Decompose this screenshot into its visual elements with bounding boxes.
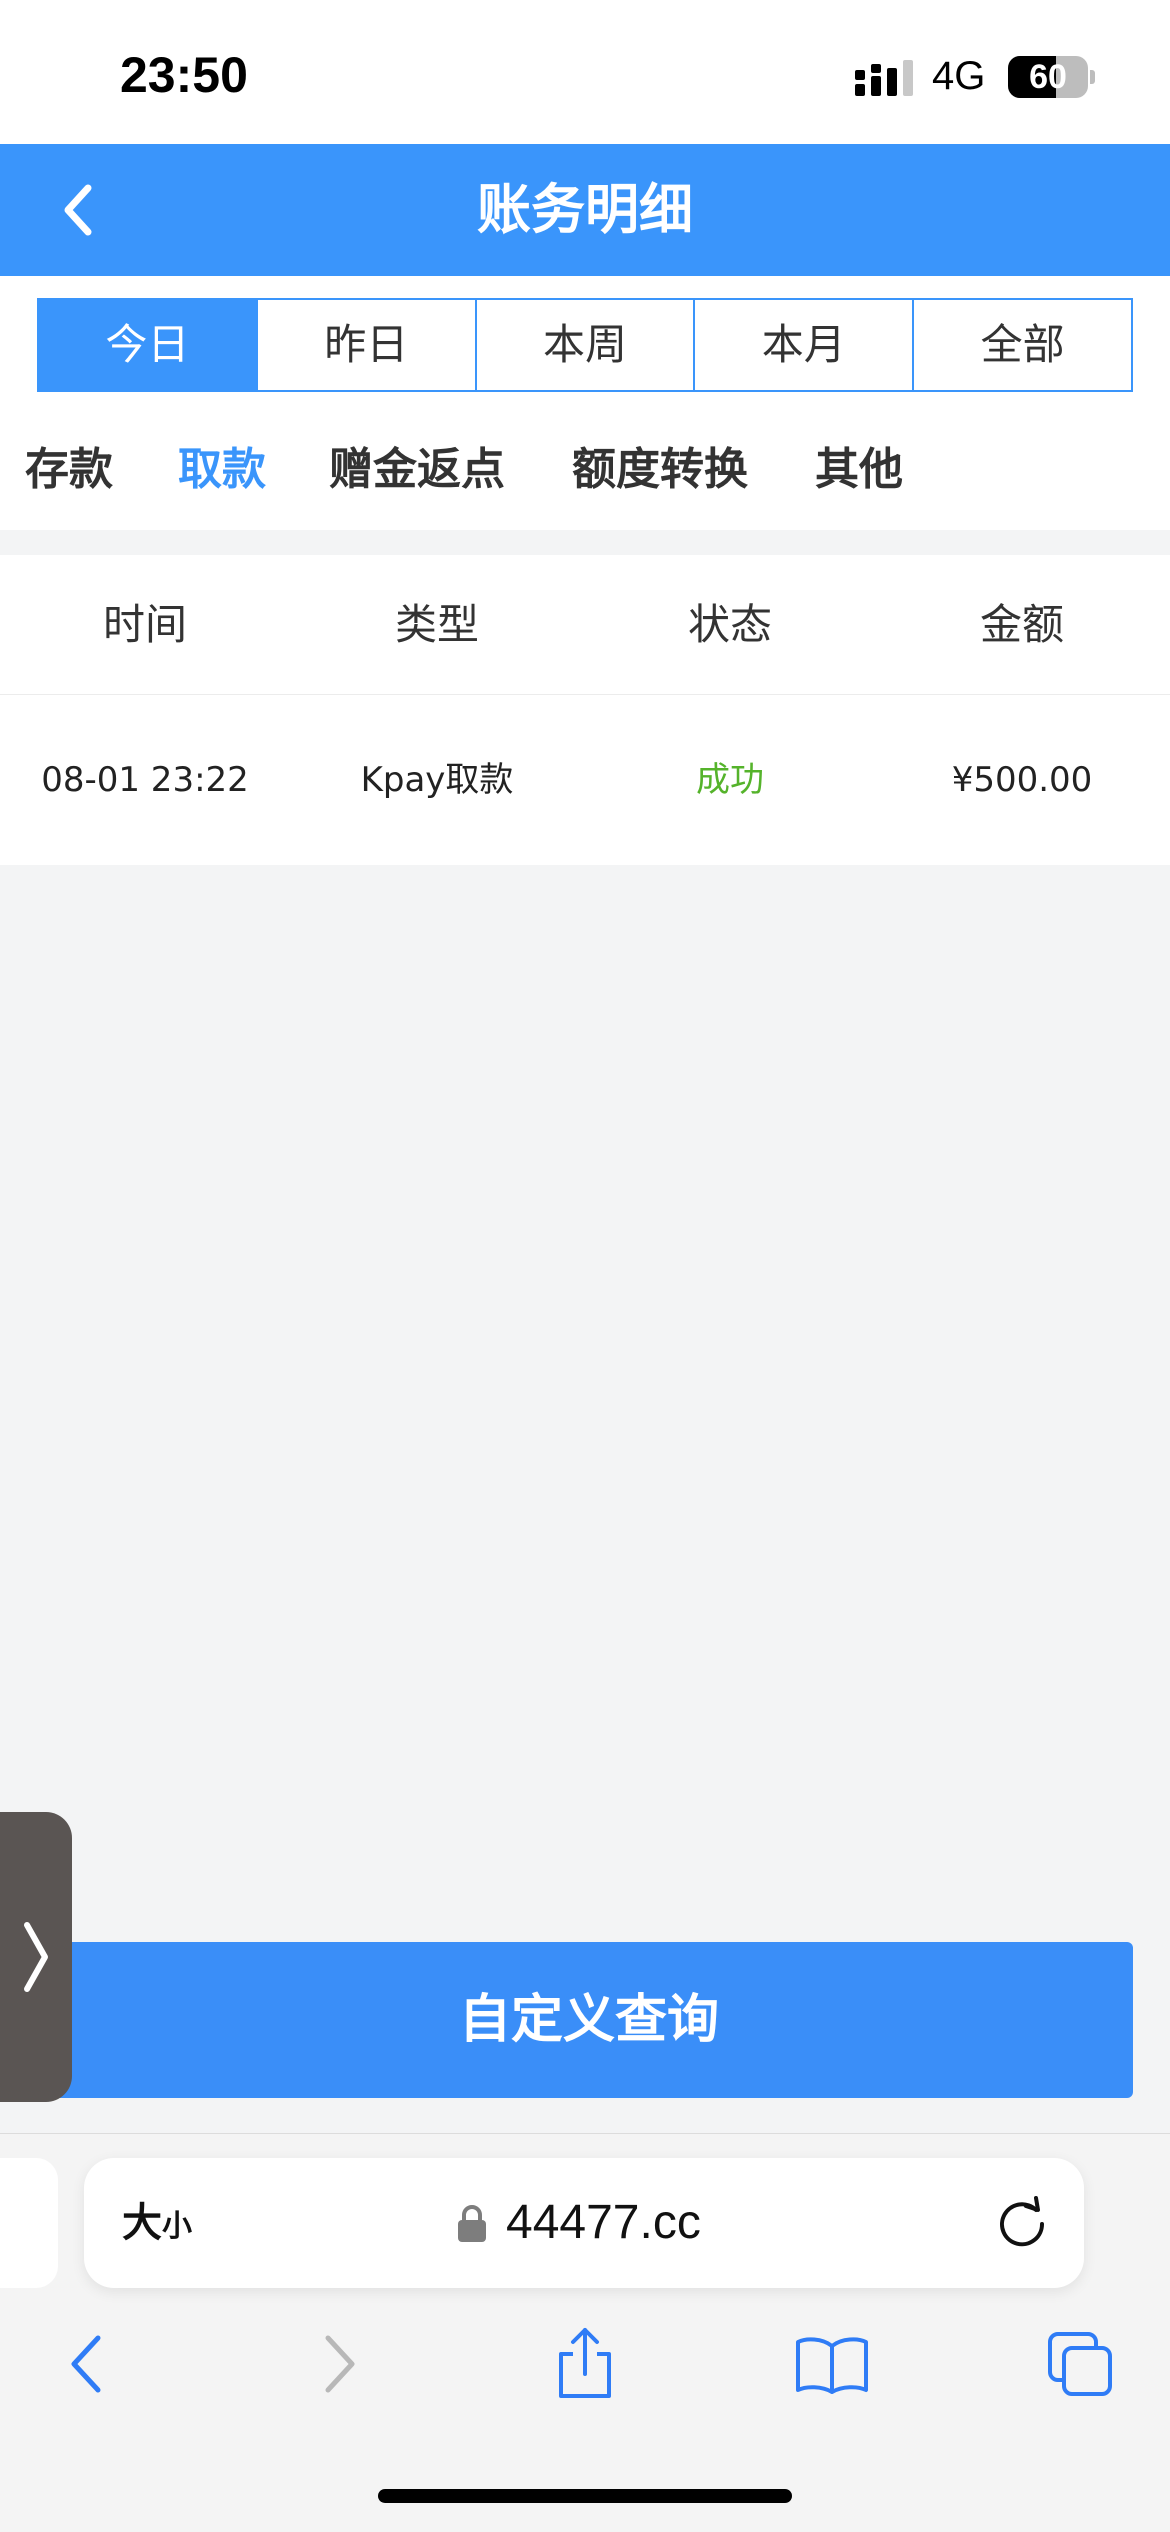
tabs-button[interactable] — [1040, 2324, 1120, 2404]
chevron-left-icon — [71, 2335, 101, 2393]
previous-tab-preview[interactable] — [0, 2158, 58, 2288]
tab-this-week[interactable]: 本周 — [474, 300, 694, 390]
share-button[interactable] — [545, 2324, 625, 2404]
book-icon — [796, 2337, 868, 2394]
nav-header: 账务明细 — [0, 144, 1170, 276]
column-header-amount: 金额 — [979, 600, 1064, 649]
tab-this-month[interactable]: 本月 — [693, 300, 913, 390]
chevron-left-icon — [64, 184, 92, 236]
network-type: 4G — [932, 54, 986, 98]
page-title: 账务明细 — [477, 178, 693, 241]
table-row[interactable]: 08-01 23:22 Kpay取款 成功 ¥500.00 — [0, 695, 1170, 865]
tab-credit-transfer[interactable]: 额度转换 — [572, 410, 748, 530]
reload-icon[interactable] — [992, 2192, 1052, 2252]
bookmarks-button[interactable] — [792, 2324, 872, 2404]
date-filter-bar: 今日 昨日 本周 本月 全部 — [0, 276, 1170, 410]
address-bar[interactable]: 大小 44477.cc — [84, 2158, 1084, 2288]
cell-type: Kpay取款 — [360, 760, 514, 800]
type-tabs: 存款 取款 赠金返点 额度转换 其他 — [0, 410, 1170, 530]
home-indicator[interactable] — [378, 2489, 792, 2503]
column-header-type: 类型 — [394, 600, 479, 649]
text-size-small: 小 — [162, 2209, 192, 2244]
browser-forward-button[interactable] — [300, 2324, 380, 2404]
share-icon — [559, 2328, 611, 2398]
text-size-button[interactable]: 大小 — [122, 2158, 192, 2288]
cell-amount: ¥500.00 — [951, 760, 1093, 800]
signal-strength-icon — [855, 60, 913, 96]
date-tabs: 今日 昨日 本周 本月 全部 — [37, 298, 1133, 392]
tab-today[interactable]: 今日 — [39, 300, 256, 390]
status-bar: 23:50 4G 60 — [0, 0, 1170, 144]
chevron-right-icon — [24, 1922, 48, 1992]
back-button[interactable] — [42, 174, 114, 246]
tab-withdrawal[interactable]: 取款 — [178, 410, 266, 530]
battery-level: 60 — [1029, 58, 1067, 96]
tab-bonus-rebate[interactable]: 赠金返点 — [329, 410, 505, 530]
status-time: 23:50 — [120, 47, 248, 103]
chevron-right-icon — [325, 2335, 355, 2393]
table-header: 时间 类型 状态 金额 — [0, 555, 1170, 695]
transactions-table: 时间 类型 状态 金额 08-01 23:22 Kpay取款 成功 ¥500.0… — [0, 555, 1170, 865]
browser-back-button[interactable] — [46, 2324, 126, 2404]
column-header-status: 状态 — [687, 600, 772, 649]
cell-time: 08-01 23:22 — [41, 760, 249, 800]
battery-nub — [1090, 70, 1095, 84]
side-drawer-handle[interactable] — [0, 1812, 72, 2102]
lock-icon — [458, 2205, 486, 2242]
tab-deposit[interactable]: 存款 — [25, 410, 113, 530]
browser-toolbar: 大小 44477.cc — [0, 2133, 1170, 2532]
text-size-large: 大 — [122, 2200, 162, 2246]
url-text: 44477.cc — [506, 2196, 701, 2249]
tab-yesterday[interactable]: 昨日 — [255, 300, 475, 390]
tab-other[interactable]: 其他 — [815, 410, 903, 530]
custom-query-button[interactable]: 自定义查询 — [45, 1942, 1133, 2098]
battery-icon: 60 — [1008, 56, 1088, 98]
tabs-icon — [1048, 2332, 1112, 2396]
tab-all[interactable]: 全部 — [912, 300, 1131, 390]
cell-status: 成功 — [696, 760, 764, 800]
column-header-time: 时间 — [102, 600, 187, 649]
